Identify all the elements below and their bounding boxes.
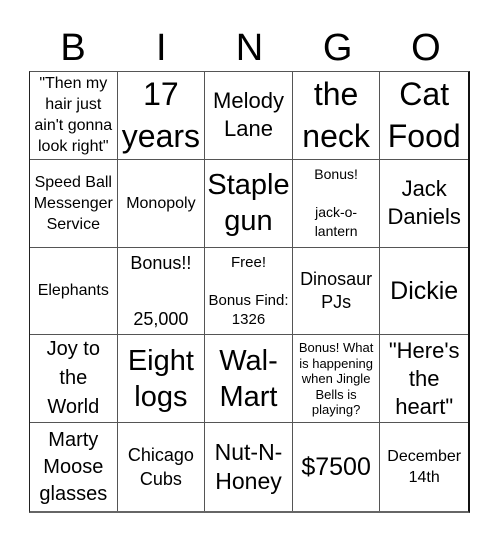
cell-text: Joy to the World	[46, 338, 100, 419]
bingo-cell-g1[interactable]: the neck	[292, 72, 381, 160]
bingo-cell-g2[interactable]: Bonus! jack-o- lantern	[292, 159, 381, 248]
bingo-cell-o1[interactable]: Cat Food	[380, 72, 468, 160]
header-letter-n: N	[235, 27, 264, 69]
bingo-cell-b2[interactable]: Speed Ball Messenger Service	[30, 159, 118, 248]
cell-text: "Then my hair just ain't gonna look righ…	[34, 75, 113, 156]
cell-text: Bonus!! 25,000	[130, 252, 192, 329]
bingo-cell-o4[interactable]: "Here's the heart"	[380, 335, 468, 424]
cell-text: Eight logs	[127, 344, 194, 413]
cell-text: Nut-N-Honey	[214, 439, 283, 495]
header-letter-g: G	[322, 27, 353, 69]
bingo-cell-i5[interactable]: Chicago Cubs	[118, 423, 206, 511]
cell-text: Cat Food	[387, 76, 461, 155]
cell-text: Free! Bonus Find: 1326	[208, 253, 289, 328]
cell-text: $7500	[301, 452, 371, 481]
bingo-cell-g3[interactable]: Dinosaur PJs	[292, 247, 381, 336]
bingo-cell-o5[interactable]: December 14th	[380, 423, 468, 511]
bingo-cell-o3[interactable]: Dickie	[380, 248, 468, 336]
cell-text: Bonus! jack-o- lantern	[314, 165, 358, 239]
header-letter-i: I	[156, 27, 167, 69]
bingo-cell-i3[interactable]: Bonus!! 25,000	[117, 247, 206, 336]
bingo-cell-g5[interactable]: $7500	[293, 423, 381, 511]
bingo-card-grid: "Then my hair just ain't gonna look righ…	[29, 71, 470, 513]
cell-text: the neck	[302, 76, 370, 155]
bingo-cell-n4[interactable]: Wal-Mart	[205, 335, 293, 424]
bingo-header: B I N G O	[29, 18, 470, 71]
cell-text: Elephants	[37, 282, 109, 300]
bingo-cell-b5[interactable]: Marty Moose glasses	[30, 423, 118, 511]
bingo-cell-n5[interactable]: Nut-N-Honey	[205, 423, 293, 511]
cell-text: Dickie	[390, 276, 459, 305]
cell-text: Staple gun	[207, 169, 290, 238]
bingo-cell-n2[interactable]: Staple gun	[205, 159, 293, 248]
cell-text: Melody Lane	[213, 88, 284, 142]
bingo-cell-n1[interactable]: Melody Lane	[205, 72, 293, 160]
cell-text: December 14th	[387, 448, 462, 487]
cell-text: 17 years	[121, 76, 201, 155]
bingo-cell-g4[interactable]: Bonus! What is happening when Jingle Bel…	[292, 335, 381, 424]
bingo-cell-i2[interactable]: Monopoly	[117, 159, 206, 248]
bingo-cell-b4[interactable]: Joy to the World	[30, 335, 118, 424]
cell-text: Wal-Mart	[219, 344, 278, 413]
header-letter-o: O	[411, 27, 441, 69]
bingo-cell-i4[interactable]: Eight logs	[117, 335, 206, 424]
bingo-cell-o2[interactable]: Jack Daniels	[380, 160, 468, 248]
bingo-cell-b3[interactable]: Elephants	[30, 247, 118, 336]
cell-text: Dinosaur PJs	[300, 268, 373, 312]
cell-text: "Here's the heart"	[388, 337, 460, 419]
cell-text: Jack Daniels	[387, 176, 461, 230]
bingo-cell-i1[interactable]: 17 years	[117, 72, 206, 160]
cell-text: Marty Moose glasses	[39, 428, 108, 505]
cell-text: Monopoly	[126, 194, 196, 212]
cell-text: Bonus! What is happening when Jingle Bel…	[298, 340, 374, 418]
bingo-cell-n3[interactable]: Free! Bonus Find: 1326	[205, 247, 293, 336]
cell-text: Speed Ball Messenger Service	[33, 173, 113, 233]
bingo-cell-b1[interactable]: "Then my hair just ain't gonna look righ…	[30, 72, 118, 160]
header-letter-b: B	[60, 27, 86, 69]
cell-text: Chicago Cubs	[127, 445, 194, 490]
